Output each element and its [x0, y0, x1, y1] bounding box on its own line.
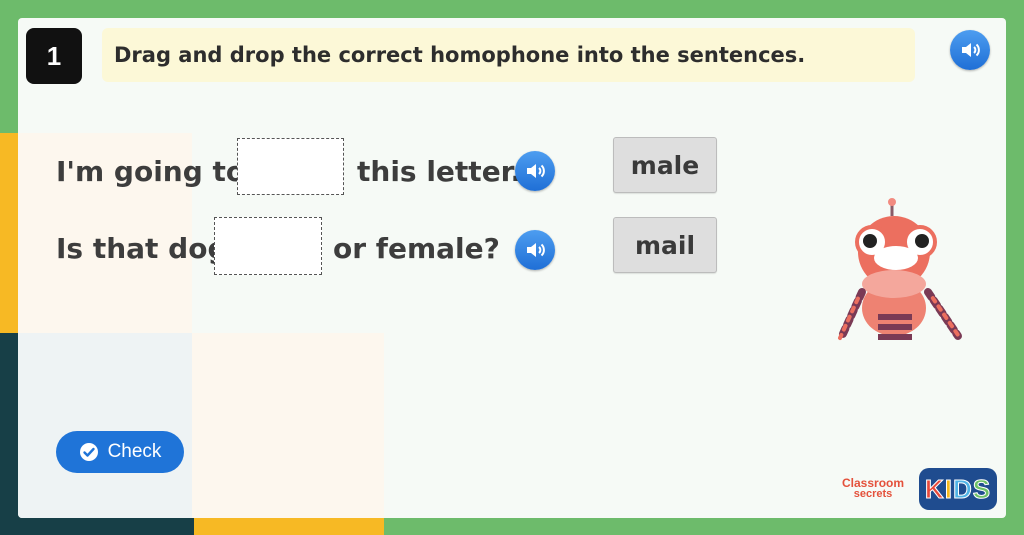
background-stripe-yellow-bottom — [194, 518, 384, 535]
speaker-icon — [527, 164, 545, 178]
background-tint — [18, 333, 192, 518]
word-tile-male[interactable]: male — [613, 137, 717, 193]
drop-zone-2[interactable] — [214, 217, 322, 275]
kids-letter: K — [924, 473, 945, 504]
instruction-label: Drag and drop the correct homophone into… — [114, 43, 806, 67]
speaker-icon — [527, 243, 545, 257]
instruction-text: Drag and drop the correct homophone into… — [102, 28, 915, 82]
robot-mascot — [838, 198, 962, 340]
check-circle-icon — [79, 443, 98, 461]
sentence-2-start: Is that dog — [56, 232, 228, 265]
speaker-icon — [962, 43, 980, 57]
logo-line-2: secrets — [853, 488, 893, 500]
kids-logo: K I D S — [919, 468, 997, 510]
question-number: 1 — [26, 28, 82, 84]
kids-letter: D — [952, 473, 973, 504]
sentence-2-audio-button[interactable] — [515, 230, 555, 270]
background-tint — [192, 333, 384, 518]
sentence-1-start: I'm going to — [56, 155, 246, 188]
kids-letter: I — [944, 473, 953, 504]
drop-zone-1[interactable] — [237, 138, 344, 195]
classroom-secrets-logo: Classroom secrets — [842, 477, 904, 500]
check-button[interactable]: Check — [56, 431, 184, 473]
check-button-label: Check — [107, 441, 162, 462]
sentence-1-end: this letter. — [357, 155, 522, 188]
sentence-1-audio-button[interactable] — [515, 151, 555, 191]
question-panel: 1 Drag and drop the correct homophone in… — [18, 18, 1006, 518]
background-stripe-dark-bottom — [0, 518, 194, 535]
kids-letter: S — [972, 473, 992, 504]
word-tile-mail[interactable]: mail — [613, 217, 717, 273]
instruction-audio-button[interactable] — [950, 30, 990, 70]
sentence-2-end: or female? — [333, 232, 500, 265]
